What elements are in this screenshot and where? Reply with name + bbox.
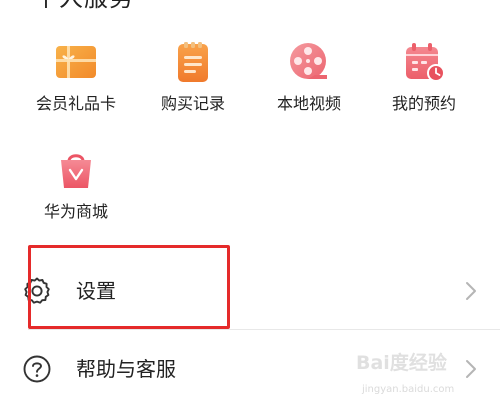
- service-label: 本地视频: [276, 94, 341, 113]
- watermark-url: jingyan.baidu.com: [362, 384, 455, 395]
- service-huawei-mall[interactable]: 华为商城: [26, 148, 126, 222]
- highlight-annotation: [28, 245, 230, 329]
- service-local-video[interactable]: 本地视频: [259, 40, 359, 114]
- film-reel-icon: [287, 40, 331, 84]
- section-title: 个人服务: [34, 0, 134, 10]
- service-label: 购买记录: [160, 94, 225, 113]
- help-customer-service-label: 帮助与客服: [76, 357, 176, 381]
- divider: [28, 329, 500, 330]
- shopping-bag-icon: [54, 148, 98, 192]
- personal-services-page: 个人服务 会员礼品卡: [0, 0, 500, 406]
- service-label: 会员礼品卡: [35, 94, 116, 113]
- baidu-jingyan-watermark: Bai度经验 jingyan.baidu.com: [354, 346, 500, 402]
- purchase-record-icon: [171, 40, 215, 84]
- service-label: 华为商城: [43, 202, 108, 221]
- watermark-brand: Bai度经验: [356, 352, 447, 374]
- service-gift-card[interactable]: 会员礼品卡: [26, 40, 126, 114]
- gift-card-icon: [54, 40, 98, 84]
- service-label: 我的预约: [391, 94, 456, 113]
- service-my-reservation[interactable]: 我的预约: [374, 40, 474, 114]
- question-circle-icon: [22, 354, 52, 384]
- calendar-clock-icon: [402, 40, 446, 84]
- service-purchase-record[interactable]: 购买记录: [143, 40, 243, 114]
- chevron-right-icon: [464, 280, 478, 302]
